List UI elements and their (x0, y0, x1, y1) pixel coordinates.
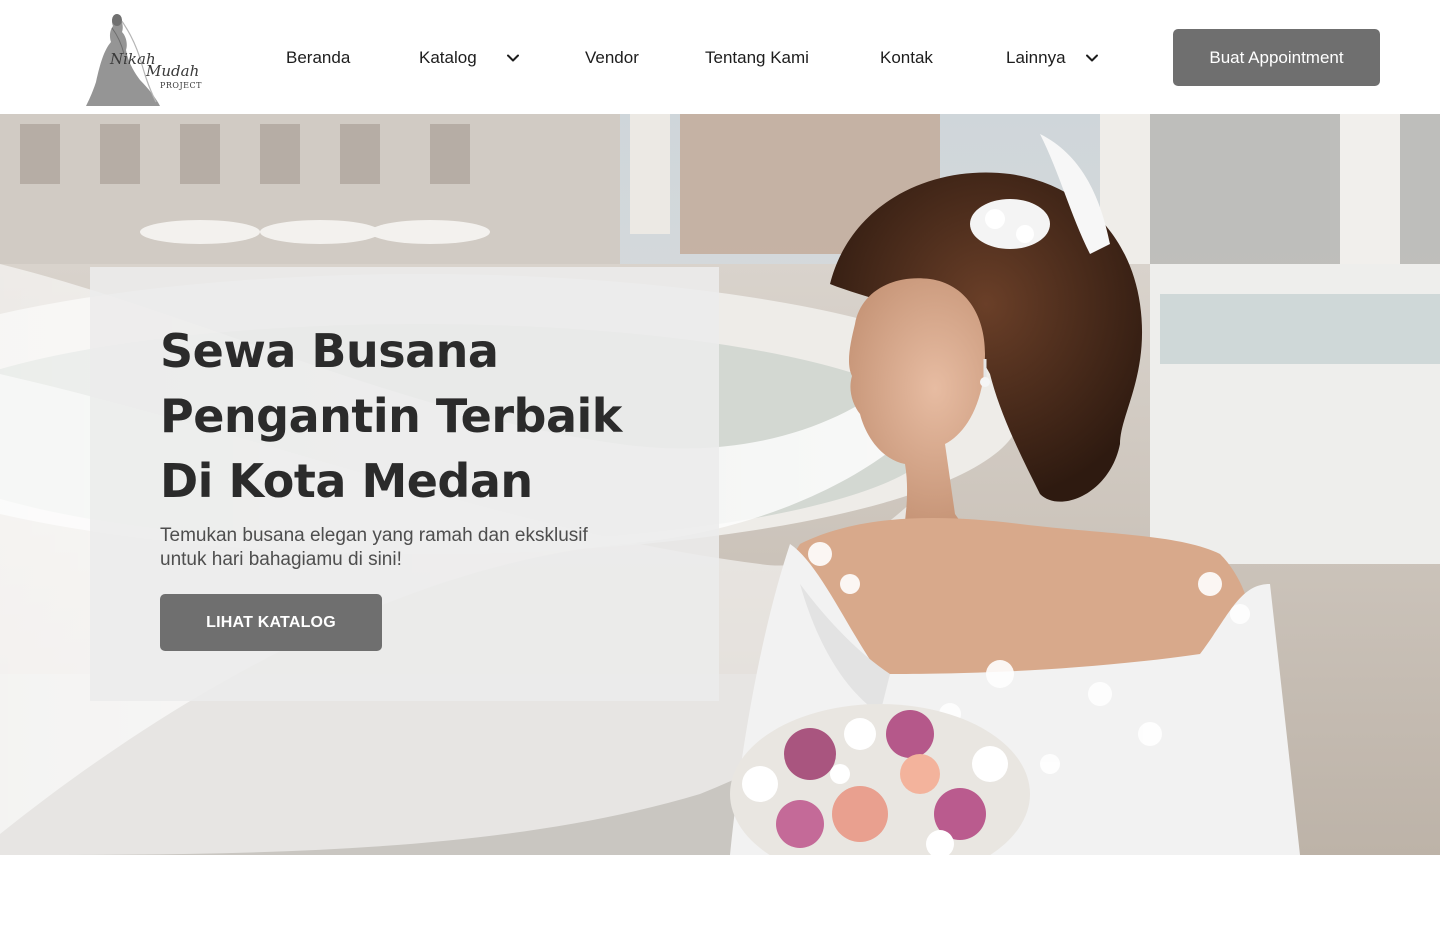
nav-item-label: Kontak (880, 48, 933, 67)
hero-card: Sewa Busana Pengantin Terbaik Di Kota Me… (90, 267, 719, 701)
appointment-button[interactable]: Buat Appointment (1173, 29, 1380, 86)
hero-subtitle-line: untuk hari bahagiamu di sini! (160, 549, 402, 570)
nav-item-label: Tentang Kami (705, 48, 809, 67)
hero-title-line: Di Kota Medan (160, 454, 533, 508)
page-content-area (0, 855, 1440, 933)
nav-item-label: Lainnya (1006, 48, 1066, 67)
nav-item-katalog[interactable]: Katalog (419, 45, 523, 71)
nav-item-kontak[interactable]: Kontak (880, 45, 933, 71)
hero-section: Sewa Busana Pengantin Terbaik Di Kota Me… (0, 114, 1440, 855)
nav-item-tentang-kami[interactable]: Tentang Kami (705, 45, 809, 71)
view-catalog-button[interactable]: LIHAT KATALOG (160, 594, 382, 651)
hero-title-line: Sewa Busana (160, 324, 499, 378)
hero-subtitle-line: Temukan busana elegan yang ramah dan eks… (160, 525, 588, 546)
chevron-down-icon (503, 48, 523, 68)
nav-item-label: Katalog (419, 48, 477, 67)
nav-item-label: Beranda (286, 48, 351, 67)
nav-item-vendor[interactable]: Vendor (585, 45, 639, 71)
site-header: Nikah Mudah PROJECT Beranda Katalog Vend… (0, 0, 1440, 114)
nav-item-lainnya[interactable]: Lainnya (1006, 45, 1102, 71)
hero-subtitle: Temukan busana elegan yang ramah dan eks… (160, 524, 660, 572)
nav-item-label: Vendor (585, 48, 639, 67)
hero-title-line: Pengantin Terbaik (160, 389, 622, 443)
hero-title: Sewa Busana Pengantin Terbaik Di Kota Me… (160, 319, 680, 514)
nav-item-beranda[interactable]: Beranda (286, 45, 350, 71)
chevron-down-icon (1082, 48, 1102, 68)
